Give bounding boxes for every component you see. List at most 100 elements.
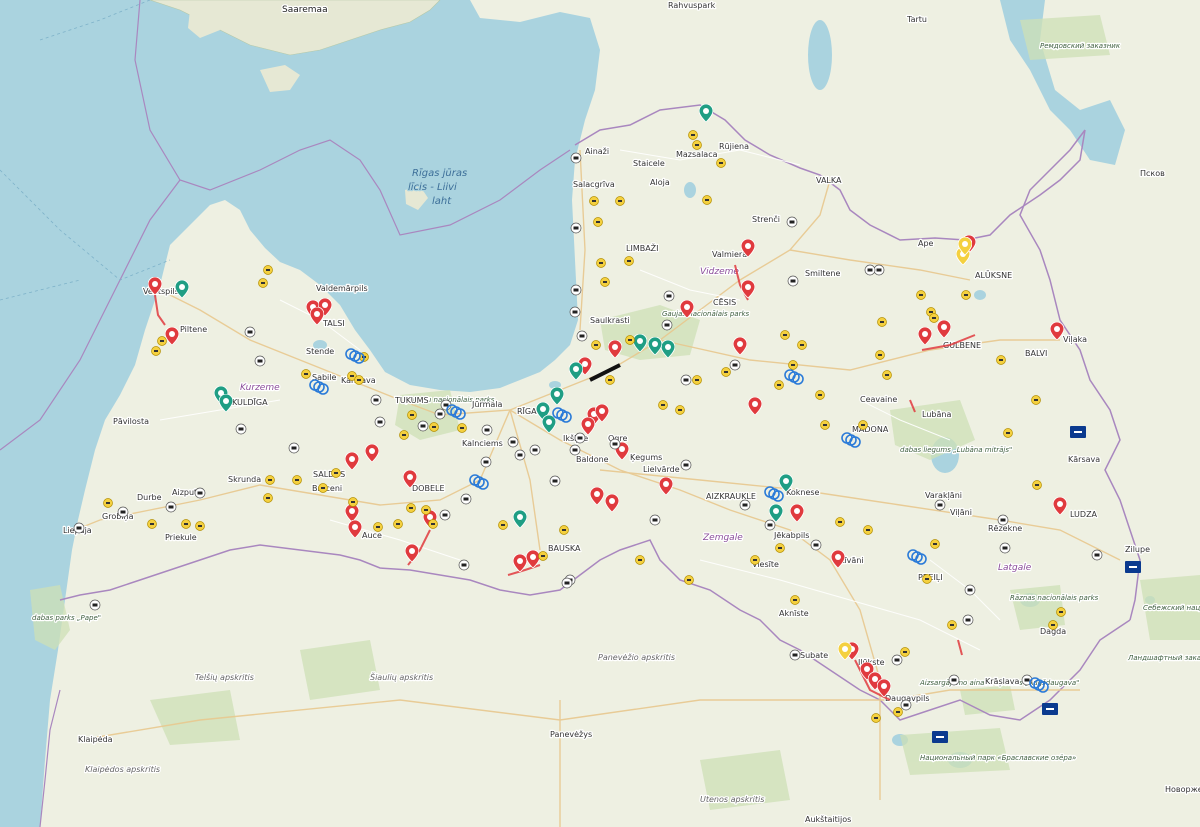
camera-icon[interactable]	[680, 459, 692, 471]
construction-icon[interactable]	[147, 519, 157, 529]
construction-icon[interactable]	[1048, 620, 1058, 630]
construction-icon[interactable]	[929, 313, 939, 323]
camera-icon[interactable]	[194, 487, 206, 499]
construction-icon[interactable]	[265, 475, 275, 485]
construction-icon[interactable]	[292, 475, 302, 485]
construction-icon[interactable]	[596, 258, 606, 268]
camera-icon[interactable]	[864, 264, 876, 276]
construction-icon[interactable]	[930, 539, 940, 549]
camera-icon[interactable]	[73, 522, 85, 534]
construction-icon[interactable]	[624, 256, 634, 266]
border-crossing-icon[interactable]	[1070, 426, 1086, 438]
construction-icon[interactable]	[882, 370, 892, 380]
construction-icon[interactable]	[157, 336, 167, 346]
construction-icon[interactable]	[263, 493, 273, 503]
camera-icon[interactable]	[680, 374, 692, 386]
construction-icon[interactable]	[947, 620, 957, 630]
construction-icon[interactable]	[354, 375, 364, 385]
construction-icon[interactable]	[922, 574, 932, 584]
camera-icon[interactable]	[997, 514, 1009, 526]
construction-icon[interactable]	[750, 555, 760, 565]
construction-icon[interactable]	[835, 517, 845, 527]
camera-icon[interactable]	[570, 222, 582, 234]
construction-icon[interactable]	[399, 430, 409, 440]
camera-icon[interactable]	[789, 649, 801, 661]
construction-icon[interactable]	[716, 158, 726, 168]
construction-icon[interactable]	[331, 468, 341, 478]
construction-icon[interactable]	[871, 713, 881, 723]
camera-icon[interactable]	[661, 319, 673, 331]
construction-icon[interactable]	[688, 130, 698, 140]
construction-icon[interactable]	[780, 330, 790, 340]
construction-icon[interactable]	[151, 346, 161, 356]
construction-icon[interactable]	[1003, 428, 1013, 438]
camera-icon[interactable]	[964, 584, 976, 596]
camera-icon[interactable]	[288, 442, 300, 454]
construction-icon[interactable]	[788, 360, 798, 370]
camera-icon[interactable]	[235, 423, 247, 435]
construction-icon[interactable]	[625, 335, 635, 345]
camera-icon[interactable]	[999, 542, 1011, 554]
construction-icon[interactable]	[428, 519, 438, 529]
camera-icon[interactable]	[948, 674, 960, 686]
construction-icon[interactable]	[863, 525, 873, 535]
camera-icon[interactable]	[900, 699, 912, 711]
camera-icon[interactable]	[962, 614, 974, 626]
construction-icon[interactable]	[684, 575, 694, 585]
construction-icon[interactable]	[593, 217, 603, 227]
construction-icon[interactable]	[875, 350, 885, 360]
construction-icon[interactable]	[1056, 607, 1066, 617]
construction-icon[interactable]	[858, 420, 868, 430]
construction-icon[interactable]	[692, 140, 702, 150]
construction-icon[interactable]	[692, 375, 702, 385]
construction-icon[interactable]	[893, 707, 903, 717]
camera-icon[interactable]	[417, 420, 429, 432]
construction-icon[interactable]	[407, 410, 417, 420]
camera-icon[interactable]	[244, 326, 256, 338]
construction-icon[interactable]	[318, 483, 328, 493]
construction-icon[interactable]	[406, 503, 416, 513]
camera-icon[interactable]	[810, 539, 822, 551]
construction-icon[interactable]	[774, 380, 784, 390]
camera-icon[interactable]	[787, 275, 799, 287]
camera-icon[interactable]	[569, 306, 581, 318]
camera-icon[interactable]	[873, 264, 885, 276]
camera-icon[interactable]	[117, 506, 129, 518]
camera-icon[interactable]	[529, 444, 541, 456]
construction-icon[interactable]	[877, 317, 887, 327]
construction-icon[interactable]	[675, 405, 685, 415]
camera-icon[interactable]	[570, 152, 582, 164]
camera-icon[interactable]	[481, 424, 493, 436]
camera-icon[interactable]	[434, 408, 446, 420]
construction-icon[interactable]	[721, 367, 731, 377]
camera-icon[interactable]	[569, 444, 581, 456]
camera-icon[interactable]	[370, 394, 382, 406]
construction-icon[interactable]	[1031, 395, 1041, 405]
camera-icon[interactable]	[574, 432, 586, 444]
construction-icon[interactable]	[538, 551, 548, 561]
camera-icon[interactable]	[507, 436, 519, 448]
construction-icon[interactable]	[498, 520, 508, 530]
construction-icon[interactable]	[815, 390, 825, 400]
construction-icon[interactable]	[301, 369, 311, 379]
construction-icon[interactable]	[658, 400, 668, 410]
camera-icon[interactable]	[480, 456, 492, 468]
camera-icon[interactable]	[786, 216, 798, 228]
camera-icon[interactable]	[458, 559, 470, 571]
construction-icon[interactable]	[429, 422, 439, 432]
camera-icon[interactable]	[460, 493, 472, 505]
camera-icon[interactable]	[663, 290, 675, 302]
map-canvas[interactable]: Saaremaa Rīgas jūras līcis - Liivi laht …	[0, 0, 1200, 827]
camera-icon[interactable]	[1091, 549, 1103, 561]
camera-icon[interactable]	[729, 359, 741, 371]
construction-icon[interactable]	[373, 522, 383, 532]
construction-icon[interactable]	[605, 375, 615, 385]
camera-icon[interactable]	[934, 499, 946, 511]
construction-icon[interactable]	[181, 519, 191, 529]
camera-icon[interactable]	[165, 501, 177, 513]
construction-icon[interactable]	[393, 519, 403, 529]
construction-icon[interactable]	[591, 340, 601, 350]
camera-icon[interactable]	[739, 499, 751, 511]
construction-icon[interactable]	[900, 647, 910, 657]
camera-icon[interactable]	[609, 438, 621, 450]
